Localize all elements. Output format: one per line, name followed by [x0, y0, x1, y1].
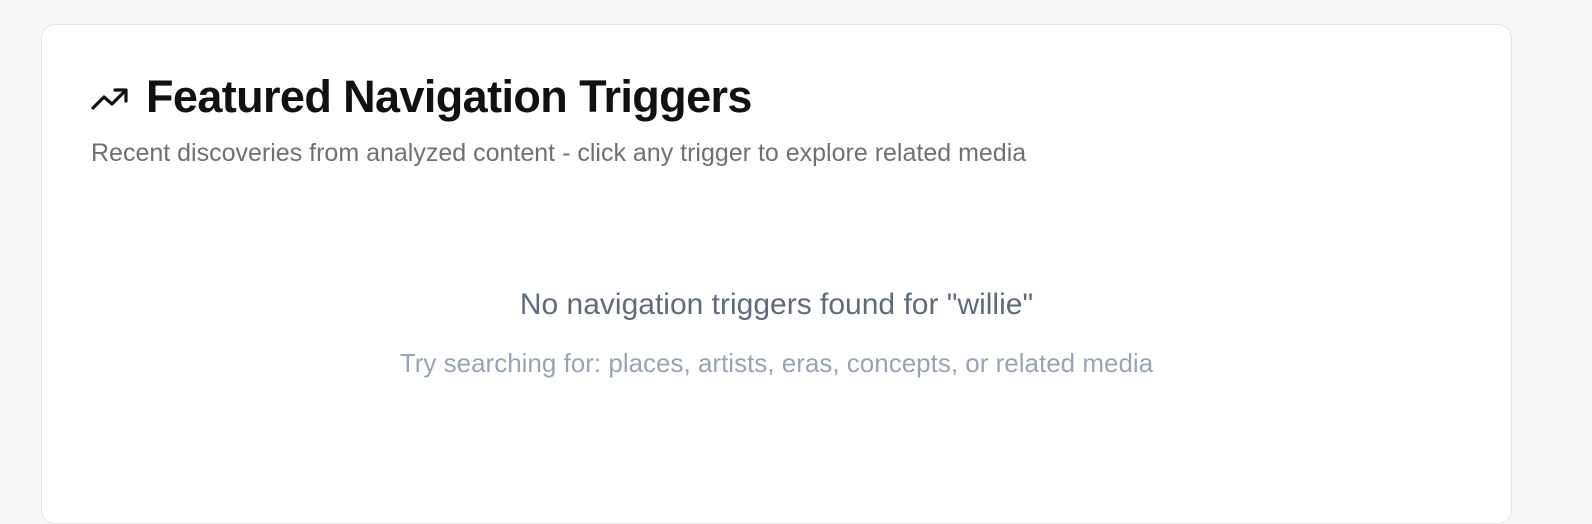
trending-up-icon: [91, 86, 129, 112]
empty-state: No navigation triggers found for "willie…: [42, 285, 1511, 380]
card-header: Featured Navigation Triggers: [91, 71, 752, 123]
featured-triggers-card: Featured Navigation Triggers Recent disc…: [41, 24, 1512, 524]
empty-state-message: No navigation triggers found for "willie…: [519, 288, 1034, 321]
card-title: Featured Navigation Triggers: [146, 71, 752, 122]
empty-state-hint: Try searching for: places, artists, eras…: [399, 348, 1154, 378]
card-subtitle: Recent discoveries from analyzed content…: [91, 139, 1027, 167]
